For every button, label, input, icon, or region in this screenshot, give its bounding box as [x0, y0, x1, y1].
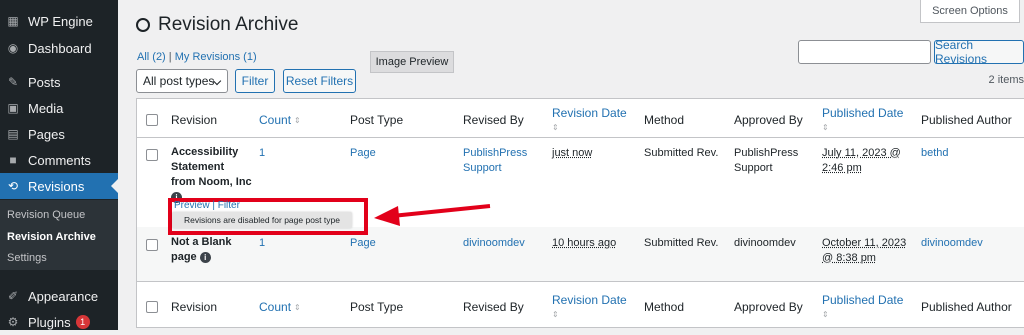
sort-icon: ⇕	[552, 123, 559, 133]
column-header-published-author: Published Author	[921, 113, 1012, 127]
revision-count-link[interactable]: 1	[259, 146, 265, 161]
column-header-revision-date[interactable]: Revision Date ⇕	[552, 106, 627, 134]
column-footer-revised-by: Revised By	[463, 300, 524, 314]
submenu-revision-queue[interactable]: Revision Queue	[7, 209, 85, 221]
column-footer-published-date[interactable]: Published Date ⇕	[822, 293, 903, 321]
appearance-icon: ✐	[7, 289, 19, 303]
column-header-count[interactable]: Count ⇕	[259, 113, 301, 127]
disabled-revisions-tooltip: Revisions are disabled for page post typ…	[172, 212, 352, 228]
method-value: Submitted Rev.	[644, 147, 719, 159]
filter-my-revisions-link[interactable]: My Revisions (1)	[175, 51, 257, 63]
row-actions[interactable]: Preview | Filter	[174, 200, 240, 211]
items-count: 2 items	[988, 74, 1024, 86]
filter-button[interactable]: Filter	[235, 69, 275, 93]
red-arrow-icon	[374, 204, 491, 226]
revision-count-link[interactable]: 1	[259, 236, 265, 251]
column-footer-post-type: Post Type	[350, 300, 404, 314]
column-footer-revision-date[interactable]: Revision Date ⇕	[552, 293, 627, 321]
sort-icon: ⇕	[294, 116, 301, 126]
column-header-method: Method	[644, 113, 685, 127]
view-filters: All (2) | My Revisions (1)	[137, 51, 257, 63]
submenu-revision-archive[interactable]: Revision Archive	[7, 231, 96, 243]
pages-icon: ▤	[7, 127, 19, 141]
column-footer-approved-by: Approved By	[734, 300, 803, 314]
post-type-select[interactable]: All post types	[136, 69, 228, 93]
published-author-link[interactable]: divinoomdev	[921, 236, 983, 251]
menu-posts[interactable]: ✎ Posts	[0, 69, 118, 95]
published-date: October 11, 2023 @ 8:38 pm	[822, 237, 907, 264]
divider	[137, 281, 1024, 282]
column-header-approved-by: Approved By	[734, 113, 803, 127]
menu-media[interactable]: ▣ Media	[0, 95, 118, 121]
revised-by-link[interactable]: divinoomdev	[463, 236, 525, 251]
revised-by-link[interactable]: PublishPress Support	[463, 146, 527, 176]
column-header-revised-by: Revised By	[463, 113, 524, 127]
revision-date: 10 hours ago	[552, 237, 617, 249]
wp-engine-icon: ▦	[7, 14, 19, 28]
sort-icon: ⇕	[822, 310, 829, 320]
select-all-checkbox[interactable]	[146, 114, 158, 126]
admin-sidebar: ▦ WP Engine ◉ Dashboard ✎ Posts ▣ Media ▤ Pag…	[0, 0, 118, 330]
media-icon: ▣	[7, 101, 19, 115]
info-icon[interactable]: i	[199, 251, 211, 263]
history-icon	[136, 18, 150, 32]
reset-filters-button[interactable]: Reset Filters	[283, 69, 356, 93]
image-preview-tooltip: Image Preview	[370, 51, 454, 73]
menu-plugins[interactable]: ⚙ Plugins 1	[0, 309, 118, 335]
column-footer-published-author: Published Author	[921, 300, 1012, 314]
screen-options-button[interactable]: Screen Options	[920, 0, 1020, 23]
current-menu-arrow	[111, 179, 118, 193]
published-date: July 11, 2023 @ 2:46 pm	[822, 147, 901, 174]
column-footer-method: Method	[644, 300, 685, 314]
column-footer-count[interactable]: Count ⇕	[259, 300, 301, 314]
menu-appearance[interactable]: ✐ Appearance	[0, 283, 118, 309]
revisions-submenu: Revision Queue Revision Archive Settings	[0, 200, 118, 270]
comments-icon: ■	[9, 153, 17, 167]
menu-revisions[interactable]: ⟲ Revisions	[0, 173, 118, 199]
revisions-icon: ⟲	[7, 179, 19, 193]
search-revisions-button[interactable]: Search Revisions	[934, 38, 1024, 66]
column-header-revision: Revision	[171, 113, 218, 127]
row-checkbox[interactable]	[146, 149, 158, 161]
method-value: Submitted Rev.	[644, 237, 719, 249]
plugins-update-badge: 1	[75, 315, 90, 329]
column-header-published-date[interactable]: Published Date ⇕	[822, 106, 903, 134]
post-type-link[interactable]: Page	[350, 146, 376, 161]
revision-title-link[interactable]: Accessibility Statement from Noom, Inc i	[171, 145, 252, 205]
search-input[interactable]	[798, 40, 931, 64]
dashboard-icon: ◉	[7, 41, 19, 55]
menu-pages[interactable]: ▤ Pages	[0, 121, 118, 147]
filter-all-link[interactable]: All (2)	[137, 51, 166, 63]
published-author-link[interactable]: bethd	[921, 146, 949, 161]
menu-dashboard[interactable]: ◉ Dashboard	[0, 35, 118, 61]
pin-icon: ✎	[7, 75, 19, 89]
divider	[137, 137, 1024, 138]
row-checkbox[interactable]	[146, 239, 158, 251]
menu-wp-engine[interactable]: ▦ WP Engine	[0, 8, 118, 34]
sort-icon: ⇕	[552, 310, 559, 320]
approved-by-value: divinoomdev	[734, 237, 796, 249]
column-header-post-type: Post Type	[350, 113, 404, 127]
revision-title-link[interactable]: Not a Blank page i	[171, 235, 232, 265]
sort-icon: ⇕	[822, 123, 829, 133]
plugins-icon: ⚙	[7, 315, 19, 329]
post-type-link[interactable]: Page	[350, 236, 376, 251]
main-content: Revision Archive Screen Options All (2) …	[118, 0, 1024, 330]
revision-date: just now	[552, 147, 593, 159]
column-footer-revision: Revision	[171, 300, 218, 314]
menu-comments[interactable]: ■ Comments	[0, 147, 118, 173]
approved-by-value: PublishPress Support	[734, 147, 799, 174]
select-all-checkbox-footer[interactable]	[146, 301, 158, 313]
page-title: Revision Archive	[136, 14, 298, 36]
submenu-settings[interactable]: Settings	[7, 252, 47, 264]
sort-icon: ⇕	[294, 303, 301, 313]
